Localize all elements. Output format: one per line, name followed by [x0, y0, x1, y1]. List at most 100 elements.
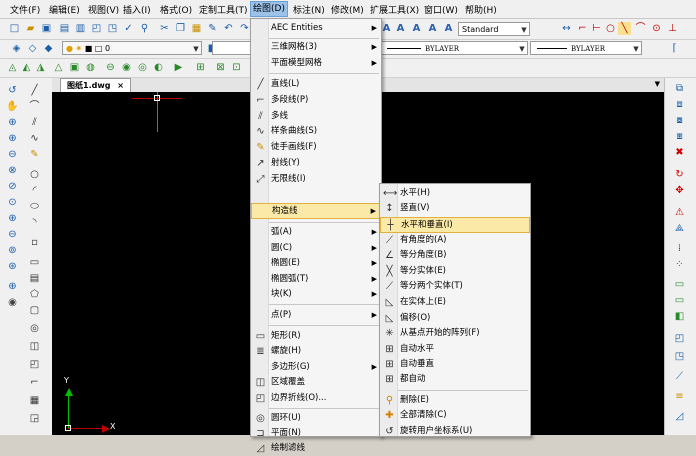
dim-ordinate-icon[interactable]: ⊥	[666, 22, 679, 35]
lineweight-select[interactable]: BYLAYER ▼	[530, 41, 642, 55]
menu-item-rotate-ucs[interactable]: ↺ 旋转用户坐标系(U)	[380, 424, 530, 439]
menu-item-bisect-entity[interactable]: ╳ 等分实体(E)	[380, 264, 530, 279]
draw-table-icon[interactable]: ▦	[28, 394, 41, 407]
zoom-object-icon[interactable]: ⊛	[6, 260, 19, 273]
print-icon[interactable]: ▤	[58, 22, 71, 35]
cylinder-icon[interactable]: ▣	[68, 61, 81, 74]
zoom-realtime-icon[interactable]: ⊕	[6, 116, 19, 129]
draw-region-icon[interactable]: ▢	[28, 304, 41, 317]
menu-item-circle[interactable]: 圆(C) ▶	[251, 241, 381, 256]
menu-item-clear-all[interactable]: ✚ 全部清除(C)	[380, 408, 530, 423]
3d-box-icon[interactable]: ◭	[20, 61, 33, 74]
plot-icon[interactable]: ▥	[74, 22, 87, 35]
3d-orbit-icon[interactable]: ◬	[6, 61, 19, 74]
find-icon[interactable]: ⚲	[138, 22, 151, 35]
menu-item-ellipse-arc[interactable]: 椭圆弧(T) ▶	[251, 272, 381, 287]
menu-item-filter-line[interactable]: ◿ 绘制滤线	[251, 441, 381, 456]
dim-linear-icon[interactable]: ↔	[560, 22, 573, 35]
draw-spline-icon[interactable]: ∿	[28, 132, 41, 145]
draw-rectangle-icon[interactable]: ▭	[28, 256, 41, 269]
menu-item-3d-mesh[interactable]: 三维网格(3) ▶	[251, 40, 381, 55]
menu-item-rectangle[interactable]: ▭ 矩形(R)	[251, 329, 381, 344]
text-edit-icon[interactable]: A	[410, 22, 423, 35]
menu-format[interactable]: 格式(O)	[160, 3, 192, 16]
draw-point-icon[interactable]: ▫	[28, 236, 41, 249]
paste-icon[interactable]: ▦	[190, 22, 203, 35]
spell-check-icon[interactable]: ✓	[122, 22, 135, 35]
menu-item-line[interactable]: ╱ 直线(L)	[251, 77, 381, 92]
draw-ellipse-arc-icon[interactable]: ◝	[28, 216, 41, 229]
dim-angle-icon[interactable]: ⌒	[634, 22, 647, 35]
dim-continue-icon[interactable]: ⊢	[590, 22, 603, 35]
menu-help[interactable]: 帮助(H)	[465, 3, 497, 16]
menu-item-horizontal[interactable]: ⟷ 水平(H)	[380, 186, 530, 201]
menu-item-construction-line[interactable]: 构造线 ▶	[251, 203, 381, 219]
ucs-icon[interactable]: ↺	[6, 84, 19, 97]
draw-polyline-icon[interactable]: ⌒	[28, 100, 41, 113]
draw-sketch-icon[interactable]: ✎	[28, 148, 41, 161]
offset-icon[interactable]: ⧆	[673, 130, 686, 143]
3d-wedge-icon[interactable]: ◮	[34, 61, 47, 74]
menu-item-point[interactable]: 点(P) ▶	[251, 308, 381, 323]
draw-circle-icon[interactable]: ○	[28, 168, 41, 181]
tab-list-chevron-icon[interactable]: ▼	[655, 80, 660, 88]
extrude-icon[interactable]: ◉	[120, 61, 133, 74]
menu-item-plane-mesh[interactable]: 平面模型网格 ▶	[251, 56, 381, 71]
layer-select[interactable]: ● ✷ ■ □ 0 ▼	[62, 41, 202, 55]
revolve-icon[interactable]: ◎	[136, 61, 149, 74]
menu-item-auto-horizontal[interactable]: ⊞ 自动水平	[380, 342, 530, 357]
named-views-icon[interactable]: ◉	[6, 296, 19, 309]
text-style-select[interactable]: Standard ▼	[458, 22, 530, 36]
menu-item-arc[interactable]: 弧(A) ▶	[251, 225, 381, 240]
menu-view[interactable]: 视图(V)	[88, 3, 119, 16]
menu-item-bisect-angle[interactable]: ∠ 等分角度(B)	[380, 248, 530, 263]
menu-item-xline[interactable]: ⤢ 无限线(I)	[251, 172, 381, 187]
menu-item-ray[interactable]: ↗ 射线(Y)	[251, 156, 381, 171]
edit-polyline-icon[interactable]: ◿	[673, 410, 686, 423]
layer-state-icon[interactable]: ◆	[42, 42, 55, 55]
zoom-out-icon[interactable]: ⊖	[6, 228, 19, 241]
menu-item-helix[interactable]: ≣ 螺旋(H)	[251, 344, 381, 359]
move-icon[interactable]: ✥	[673, 184, 686, 197]
draw-plane-icon[interactable]: ◫	[28, 340, 41, 353]
zoom-center-icon[interactable]: ⊙	[6, 196, 19, 209]
new-file-icon[interactable]: □	[8, 22, 21, 35]
draw-line-icon[interactable]: ╱	[28, 84, 41, 97]
menu-draw[interactable]: 绘图(D)	[250, 1, 288, 17]
menu-item-bisect-two-entities[interactable]: ⟋ 等分两个实体(T)	[380, 279, 530, 294]
menu-tools[interactable]: 定制工具(T)	[199, 3, 248, 16]
menu-file[interactable]: 文件(F)	[10, 3, 40, 16]
undo-icon[interactable]: ↶	[222, 22, 235, 35]
copy-object-icon[interactable]: ⧈	[673, 98, 686, 111]
multiline-text-icon[interactable]: A	[394, 22, 407, 35]
draw-arc-icon[interactable]: ◜	[28, 184, 41, 197]
plotstyle-icon[interactable]: ⌈	[668, 42, 681, 55]
menu-item-angled[interactable]: ⟋ 有角度的(A)	[380, 233, 530, 248]
zoom-in-icon[interactable]: ⊕	[6, 212, 19, 225]
document-tab[interactable]: 图纸1.dwg ×	[60, 78, 131, 92]
menu-item-polyline[interactable]: ⌐ 多段线(P)	[251, 93, 381, 108]
draw-text-icon[interactable]: ◲	[28, 412, 41, 425]
cone-icon[interactable]: △	[52, 61, 65, 74]
layer-previous-icon[interactable]: ◇	[26, 42, 39, 55]
slice-icon[interactable]: ◐	[152, 61, 165, 74]
menu-item-spline[interactable]: ∿ 样条曲线(S)	[251, 124, 381, 139]
color-select[interactable]	[212, 41, 252, 55]
pan-icon[interactable]: ✋	[6, 100, 19, 113]
copy-icon[interactable]: ❐	[174, 22, 187, 35]
menu-item-block[interactable]: 块(K) ▶	[251, 287, 381, 302]
text-justify-icon[interactable]: A	[442, 22, 455, 35]
zoom-scale-icon[interactable]: ⊘	[6, 180, 19, 193]
menu-item-sketch[interactable]: ✎ 徒手画线(F)	[251, 140, 381, 155]
menu-edit[interactable]: 编辑(E)	[49, 3, 80, 16]
torus-icon[interactable]: ⊖	[104, 61, 117, 74]
menu-item-boundary[interactable]: ◰ 边界折线(O)...	[251, 391, 381, 406]
menu-item-array-from-base[interactable]: ✳ 从基点开始的阵列(F)	[380, 326, 530, 341]
menu-item-polygon[interactable]: 多边形(G) ▶	[251, 360, 381, 375]
draw-ellipse-icon[interactable]: ⬭	[28, 200, 41, 213]
erase-icon[interactable]: ⧉	[673, 82, 686, 95]
stretch-icon[interactable]: ⟁	[673, 222, 686, 235]
menu-insert[interactable]: 插入(I)	[123, 3, 151, 16]
array-grid-icon[interactable]: ⁘	[673, 258, 686, 271]
menu-item-multiline[interactable]: ⫽ 多线	[251, 109, 381, 124]
